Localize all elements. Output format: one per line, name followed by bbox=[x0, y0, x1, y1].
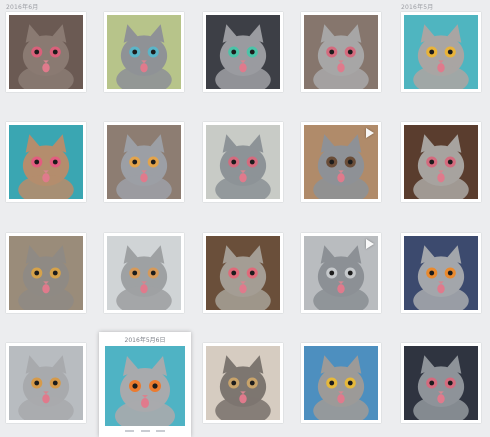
cat-photo bbox=[9, 236, 83, 310]
cat-photo bbox=[404, 15, 478, 89]
photo-thumbnail-r1c2[interactable] bbox=[104, 12, 184, 92]
photo-thumbnail-r3c1[interactable] bbox=[6, 233, 86, 313]
cat-photo bbox=[107, 236, 181, 310]
photo-thumbnail-r3c3[interactable] bbox=[203, 233, 283, 313]
photo-thumbnail-r4c1[interactable] bbox=[6, 343, 86, 423]
photo-thumbnail-r1c5[interactable] bbox=[401, 12, 481, 92]
cat-photo bbox=[206, 236, 280, 310]
hover-photo-actions bbox=[125, 430, 165, 433]
photo-thumbnail-r1c3[interactable] bbox=[203, 12, 283, 92]
video-play-icon bbox=[366, 239, 374, 249]
cat-photo bbox=[206, 15, 280, 89]
photo-thumbnail-r4c4[interactable] bbox=[301, 343, 381, 423]
hover-photo-card[interactable]: 2016年5月6日 bbox=[99, 332, 191, 437]
cat-photo bbox=[107, 15, 181, 89]
month-label-may: 2016年5月 bbox=[401, 4, 434, 11]
photo-thumbnail-r4c5[interactable] bbox=[401, 343, 481, 423]
hover-photo[interactable] bbox=[105, 346, 185, 426]
cat-photo bbox=[404, 125, 478, 199]
cat-photo bbox=[9, 346, 83, 420]
action-dot[interactable] bbox=[156, 430, 165, 432]
cat-photo bbox=[404, 346, 478, 420]
photo-thumbnail-r2c3[interactable] bbox=[203, 122, 283, 202]
action-dot[interactable] bbox=[140, 430, 150, 432]
cat-photo bbox=[9, 15, 83, 89]
cat-photo bbox=[107, 125, 181, 199]
hover-photo-date: 2016年5月6日 bbox=[124, 337, 166, 344]
cat-photo bbox=[206, 346, 280, 420]
photo-thumbnail-r2c4[interactable] bbox=[301, 122, 381, 202]
photo-thumbnail-r3c5[interactable] bbox=[401, 233, 481, 313]
photo-thumbnail-r3c2[interactable] bbox=[104, 233, 184, 313]
cat-photo bbox=[9, 125, 83, 199]
photo-thumbnail-r2c1[interactable] bbox=[6, 122, 86, 202]
cat-photo bbox=[304, 15, 378, 89]
photo-thumbnail-r1c1[interactable] bbox=[6, 12, 86, 92]
photo-thumbnail-r2c2[interactable] bbox=[104, 122, 184, 202]
photo-thumbnail-r3c4[interactable] bbox=[301, 233, 381, 313]
cat-photo bbox=[304, 346, 378, 420]
photo-thumbnail-r1c4[interactable] bbox=[301, 12, 381, 92]
month-label-june: 2016年6月 bbox=[6, 4, 39, 11]
action-dot[interactable] bbox=[125, 430, 134, 432]
video-play-icon bbox=[366, 128, 374, 138]
cat-photo bbox=[404, 236, 478, 310]
photo-thumbnail-r4c3[interactable] bbox=[203, 343, 283, 423]
photo-thumbnail-r2c5[interactable] bbox=[401, 122, 481, 202]
cat-photo bbox=[206, 125, 280, 199]
